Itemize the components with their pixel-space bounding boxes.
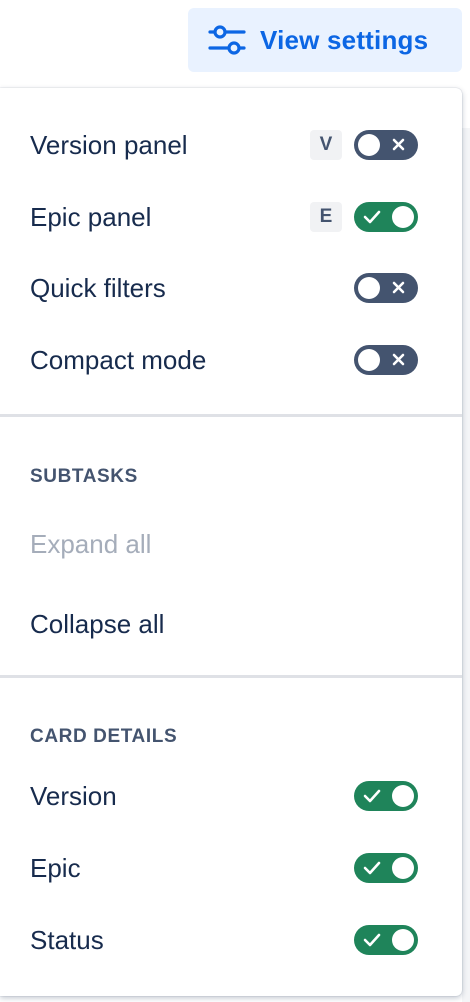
epic-toggle[interactable] (354, 853, 418, 883)
check-icon (363, 210, 381, 224)
toggle-label: Epic (30, 852, 81, 883)
toggle-label: Version (30, 780, 117, 811)
version-toggle[interactable] (354, 781, 418, 811)
cross-icon (392, 138, 405, 151)
epic-panel-toggle[interactable] (354, 202, 418, 232)
status-toggle[interactable] (354, 925, 418, 955)
toggle-label: Epic panel (30, 201, 152, 232)
sliders-icon (208, 25, 246, 55)
toggle-row-status[interactable]: Status (30, 918, 418, 962)
compact-mode-toggle[interactable] (354, 345, 418, 375)
toggle-knob (392, 206, 414, 228)
quick-filters-toggle[interactable] (354, 273, 418, 303)
expand-all-item[interactable]: Expand all (30, 529, 151, 560)
cross-icon (392, 281, 405, 294)
card-details-heading: CARD DETAILS (30, 726, 178, 747)
toggle-row-compact-mode[interactable]: Compact mode (30, 338, 418, 382)
version-panel-toggle[interactable] (354, 130, 418, 160)
keyboard-shortcut: V (310, 130, 342, 160)
toggle-knob (358, 349, 380, 371)
view-settings-button[interactable]: View settings (188, 8, 462, 72)
keyboard-shortcut: E (310, 202, 342, 232)
background-scroll-edge (462, 128, 470, 1002)
toggle-label: Status (30, 924, 104, 955)
view-settings-dropdown: Version panel V Epic panel E Quick filte… (0, 88, 462, 996)
subtasks-heading: SUBTASKS (30, 466, 138, 487)
toggle-knob (358, 134, 380, 156)
toggle-knob (392, 929, 414, 951)
view-settings-page: View settings Version panel V Epic panel… (0, 0, 470, 1002)
toggle-knob (392, 785, 414, 807)
toggle-row-version-panel[interactable]: Version panel V (30, 123, 418, 167)
toggle-label: Compact mode (30, 344, 207, 375)
toggle-label: Version panel (30, 129, 188, 160)
toggle-row-epic-panel[interactable]: Epic panel E (30, 195, 418, 239)
check-icon (363, 789, 381, 803)
check-icon (363, 933, 381, 947)
collapse-all-item[interactable]: Collapse all (30, 609, 164, 640)
check-icon (363, 861, 381, 875)
toggle-label: Quick filters (30, 272, 166, 303)
toggle-row-epic[interactable]: Epic (30, 846, 418, 890)
section-divider (0, 675, 462, 678)
toggle-row-quick-filters[interactable]: Quick filters (30, 266, 418, 310)
cross-icon (392, 353, 405, 366)
toggle-row-version[interactable]: Version (30, 774, 418, 818)
toggle-knob (358, 277, 380, 299)
view-settings-label: View settings (260, 24, 429, 55)
section-divider (0, 414, 462, 417)
toggle-knob (392, 857, 414, 879)
